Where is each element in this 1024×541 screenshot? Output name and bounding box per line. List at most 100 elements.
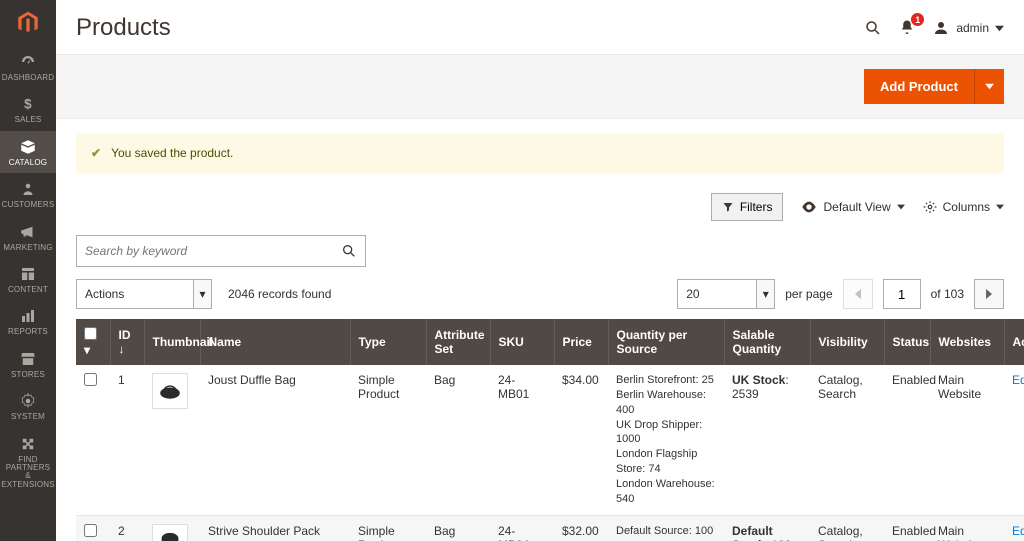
search-icon[interactable] [341,243,357,259]
col-id[interactable]: ID ↓ [110,319,144,365]
actions-dropdown[interactable]: Actions ▾ [76,279,212,309]
col-sku[interactable]: SKU [490,319,554,365]
chevron-down-icon [985,82,994,91]
page-header: Products 1 admin [56,0,1024,54]
funnel-icon [722,201,734,213]
col-thumbnail[interactable]: Thumbnail [144,319,200,365]
col-price[interactable]: Price [554,319,608,365]
cell-websites: Main Website [930,365,1004,515]
filters-label: Filters [740,200,773,214]
select-all-checkbox[interactable] [84,327,97,340]
col-salable[interactable]: Salable Quantity [724,319,810,365]
nav-label: MARKETING [0,244,56,252]
chevron-down-icon [995,24,1004,33]
col-visibility[interactable]: Visibility [810,319,884,365]
nav-label: SALES [0,116,56,124]
bars-icon [19,307,37,325]
nav-dashboard[interactable]: DASHBOARD [0,46,56,88]
chevron-left-icon [854,289,862,299]
dollar-icon: $ [19,95,37,113]
table-row[interactable]: 1Joust Duffle BagSimple ProductBag24-MB0… [76,365,1024,515]
cell-type: Simple Product [350,365,426,515]
add-product-button[interactable]: Add Product [864,69,974,104]
cell-id: 1 [110,365,144,515]
filters-button[interactable]: Filters [711,193,784,221]
col-qps[interactable]: Quantity per Source [608,319,724,365]
qps-line: Default Source: 100 [616,524,716,539]
col-name[interactable]: Name [200,319,350,365]
account-name: admin [956,21,989,35]
cell-price: $34.00 [554,365,608,515]
actions-label: Actions [77,287,193,301]
nav-customers[interactable]: CUSTOMERS [0,173,56,215]
default-view-button[interactable]: Default View [801,200,904,214]
col-attr-set[interactable]: Attribute Set [426,319,490,365]
puzzle-icon [19,435,37,453]
qps-line: Berlin Warehouse: 400 [616,388,716,418]
col-type[interactable]: Type [350,319,426,365]
add-product-split-button: Add Product [864,69,1004,104]
current-page-input[interactable] [883,279,921,309]
search-row [56,227,1024,273]
next-page-button[interactable] [974,279,1004,309]
nav-catalog[interactable]: CATALOG [0,131,56,173]
col-action[interactable]: Action [1004,319,1024,365]
notification-badge: 1 [911,13,924,26]
table-header-row: ▾ ID ↓ Thumbnail Name Type Attribute Set… [76,319,1024,365]
row-checkbox[interactable] [84,373,97,386]
search-icon[interactable] [864,19,882,37]
nav-partners[interactable]: FIND PARTNERS & EXTENSIONS [0,428,56,496]
per-page-label: per page [785,287,832,301]
account-menu[interactable]: admin [932,19,1004,37]
cell-sku: 24-MB04 [490,515,554,541]
admin-sidebar: DASHBOARD $ SALES CATALOG CUSTOMERS MARK… [0,0,56,541]
nav-label: CONTENT [0,286,56,294]
chevron-down-icon [897,203,905,211]
page-size-dropdown[interactable]: 20 ▾ [677,279,775,309]
nav-label: STORES [0,371,56,379]
product-thumbnail[interactable] [152,524,188,541]
cell-qps: Default Source: 100 [608,515,724,541]
cell-websites: Main Website [930,515,1004,541]
gear-icon [19,392,37,410]
table-row[interactable]: 2Strive Shoulder PackSimple ProductBag24… [76,515,1024,541]
nav-reports[interactable]: REPORTS [0,300,56,342]
nav-system[interactable]: SYSTEM [0,385,56,427]
page-action-bar: Add Product [56,54,1024,119]
cell-salable: Default Stock: 100 [724,515,810,541]
product-thumbnail[interactable] [152,373,188,409]
nav-label: FIND PARTNERS & EXTENSIONS [0,456,56,490]
nav-stores[interactable]: STORES [0,343,56,385]
add-product-dropdown[interactable] [974,69,1004,104]
edit-link[interactable]: Edit [1012,524,1024,538]
col-checkbox[interactable]: ▾ [76,319,110,365]
prev-page-button[interactable] [843,279,873,309]
layout-icon [19,265,37,283]
box-icon [19,138,37,156]
magento-logo[interactable] [0,0,56,46]
nav-content[interactable]: CONTENT [0,258,56,300]
nav-marketing[interactable]: MARKETING [0,216,56,258]
col-websites[interactable]: Websites [930,319,1004,365]
eye-icon [801,201,817,213]
cell-name: Joust Duffle Bag [200,365,350,515]
columns-button[interactable]: Columns [923,200,1004,214]
edit-link[interactable]: Edit [1012,373,1024,387]
megaphone-icon [19,223,37,241]
columns-label: Columns [943,200,990,214]
chevron-down-icon: ▾ [756,280,774,308]
grid-toolbar: Filters Default View Columns [56,173,1024,227]
nav-label: DASHBOARD [0,74,56,82]
notifications-button[interactable]: 1 [898,19,916,37]
col-status[interactable]: Status [884,319,930,365]
nav-sales[interactable]: $ SALES [0,88,56,130]
row-checkbox[interactable] [84,524,97,537]
qps-line: Berlin Storefront: 25 [616,373,716,388]
default-view-label: Default View [823,200,890,214]
cell-salable: UK Stock: 2539 [724,365,810,515]
nav-label: REPORTS [0,328,56,336]
cell-qps: Berlin Storefront: 25Berlin Warehouse: 4… [608,365,724,515]
search-input[interactable] [85,244,341,258]
nav-label: SYSTEM [0,413,56,421]
cell-sku: 24-MB01 [490,365,554,515]
